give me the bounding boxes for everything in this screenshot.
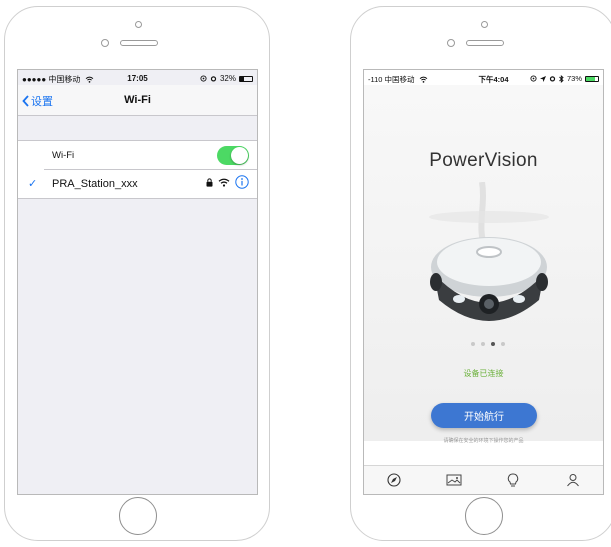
alarm-icon (210, 76, 217, 82)
phone-left: ●●●●● 中国移动 17:05 32% 设置 Wi-Fi Wi-Fi ✓ PR… (4, 6, 270, 541)
proximity-sensor (101, 39, 109, 47)
connection-status: 设备已连接 (463, 369, 504, 378)
battery-percent: 32% (219, 74, 236, 83)
status-right: 32% (200, 74, 253, 83)
wifi-list: Wi-Fi ✓ PRA_Station_xxx (18, 140, 257, 199)
safety-note: 请确保在安全的环境下操作您的产品 (443, 438, 524, 444)
brand-logo: PowerVision (429, 150, 538, 171)
wifi-label: Wi-Fi (52, 150, 75, 161)
profile-icon[interactable] (565, 472, 581, 488)
network-icons (206, 175, 249, 189)
page-dot[interactable] (471, 342, 475, 346)
photo-icon[interactable] (446, 472, 462, 488)
phone-right: -110 中国移动 下午4:04 73% PowerVision 设备已连接 开… (350, 6, 611, 541)
powervision-app-screen: -110 中国移动 下午4:04 73% PowerVision 设备已连接 开… (363, 69, 604, 495)
battery-percent: 73% (566, 74, 582, 83)
status-bar: ●●●●● 中国移动 17:05 32% (18, 70, 257, 85)
battery-fill (586, 76, 595, 81)
lightbulb-icon[interactable] (505, 472, 521, 488)
page-dot[interactable] (481, 342, 485, 346)
info-icon[interactable] (235, 175, 249, 189)
lock-icon (206, 177, 213, 187)
wifi-toggle[interactable] (217, 146, 249, 165)
toggle-knob (231, 147, 248, 164)
battery-fill (240, 76, 244, 81)
rotation-lock-icon (530, 75, 537, 82)
earpiece-speaker (466, 40, 504, 46)
network-row[interactable]: ✓ PRA_Station_xxx (28, 169, 257, 198)
home-button[interactable] (119, 497, 157, 535)
page-indicator (471, 342, 505, 346)
navigation-bar: 设置 Wi-Fi (18, 85, 257, 116)
wifi-settings-screen: ●●●●● 中国移动 17:05 32% 设置 Wi-Fi Wi-Fi ✓ PR… (17, 69, 258, 495)
compass-icon[interactable] (386, 472, 402, 488)
page-dot-active[interactable] (491, 342, 495, 346)
front-camera (481, 21, 488, 28)
status-bar: -110 中国移动 下午4:04 73% (364, 70, 603, 85)
rotation-lock-icon (200, 75, 207, 82)
network-name: PRA_Station_xxx (52, 178, 138, 190)
start-voyage-button[interactable]: 开始航行 (431, 403, 537, 428)
battery-icon (585, 75, 599, 82)
battery-icon (239, 75, 253, 82)
location-arrow-icon (539, 75, 546, 82)
home-button[interactable] (465, 497, 503, 535)
front-camera (135, 21, 142, 28)
wifi-strength-icon (218, 178, 230, 187)
page-dot[interactable] (501, 342, 505, 346)
underwater-drone-image (429, 182, 549, 321)
bluetooth-icon (559, 74, 564, 83)
proximity-sensor (447, 39, 455, 47)
earpiece-speaker (120, 40, 158, 46)
wifi-toggle-row: Wi-Fi (18, 141, 257, 169)
page-title: Wi-Fi (124, 94, 151, 106)
checkmark-icon: ✓ (28, 178, 38, 190)
status-right: 73% (530, 74, 599, 83)
tab-bar (364, 465, 603, 494)
alarm-icon (549, 76, 556, 82)
